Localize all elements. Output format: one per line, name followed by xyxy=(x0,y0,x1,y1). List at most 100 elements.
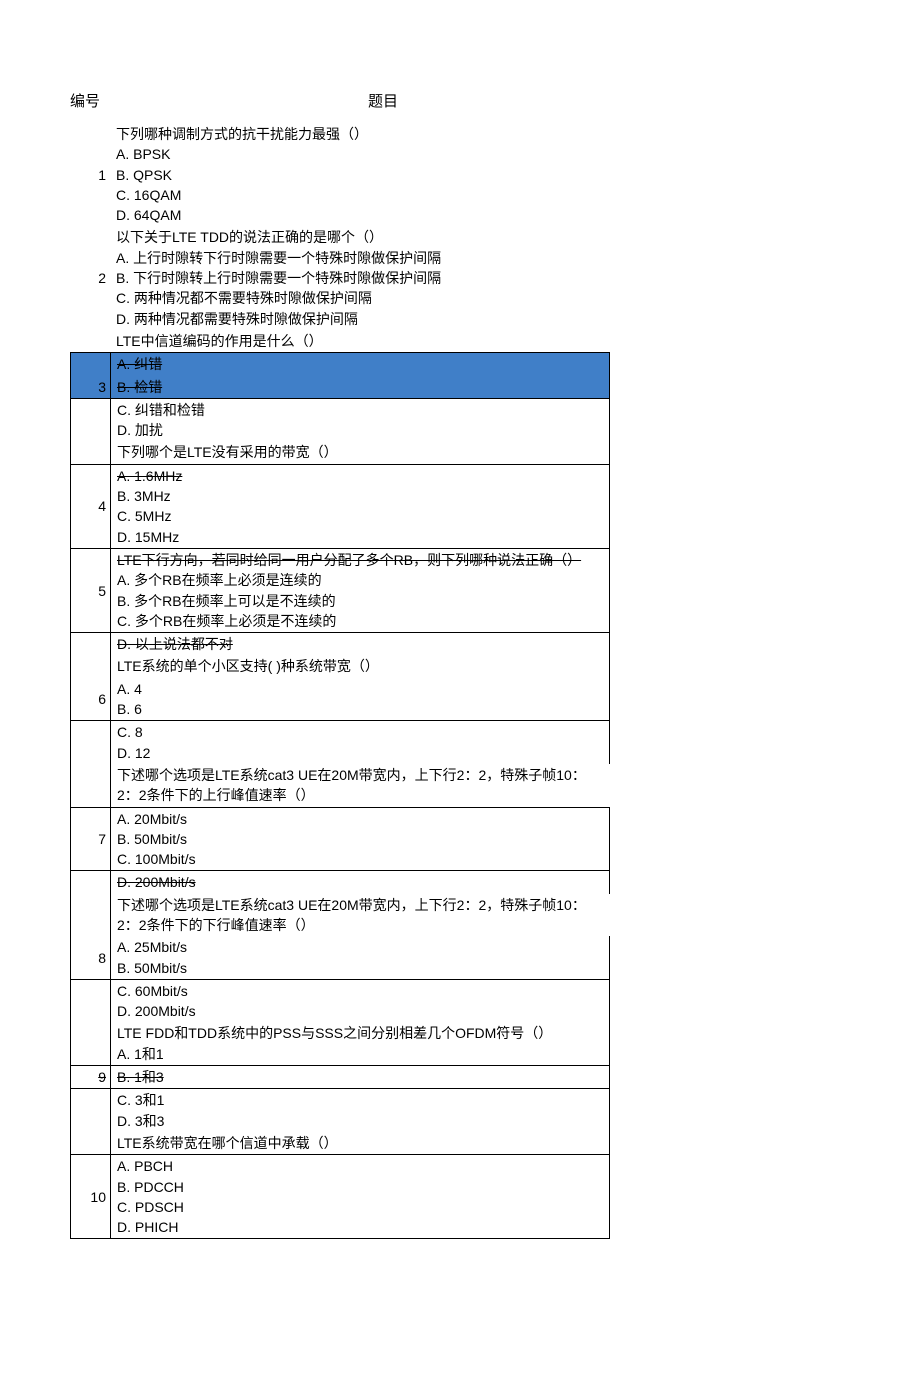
option: B. 50Mbit/s xyxy=(117,958,603,978)
option: B. 50Mbit/s xyxy=(117,829,603,849)
question-text: 下述哪个选项是LTE系统cat3 UE在20M带宽内，上下行2：2，特殊子帧10… xyxy=(111,764,610,807)
table-row: 2 以下关于LTE TDD的说法正确的是哪个（） A. 上行时隙转下行时隙需要一… xyxy=(70,226,850,329)
table-row: 10 A. PBCH B. PDCCH C. PDSCH D. PHICH xyxy=(70,1154,610,1239)
question-text: 以下关于LTE TDD的说法正确的是哪个（） xyxy=(116,227,844,247)
question-text: 下列哪个是LTE没有采用的带宽（） xyxy=(111,441,609,463)
option: D. 200Mbit/s xyxy=(111,871,609,893)
table-row: 下列哪个是LTE没有采用的带宽（） xyxy=(70,441,610,463)
row-number xyxy=(71,871,111,893)
option: C. 两种情况都不需要特殊时隙做保护间隔 xyxy=(116,288,844,308)
question-text: LTE系统的单个小区支持( )种系统带宽（） xyxy=(111,655,609,677)
table-row: 8 A. 25Mbit/s B. 50Mbit/s xyxy=(70,936,610,980)
row-number: 3 xyxy=(71,376,111,398)
option: D. 200Mbit/s xyxy=(117,1001,603,1021)
option: B. QPSK xyxy=(116,165,844,185)
option: A. 20Mbit/s xyxy=(117,809,603,829)
question-text: LTE系统带宽在哪个信道中承载（） xyxy=(111,1132,609,1154)
option: D. 12 xyxy=(117,743,603,763)
option: B. 3MHz xyxy=(117,486,603,506)
option: D. 15MHz xyxy=(117,527,603,547)
question-text: 下列哪种调制方式的抗干扰能力最强（） xyxy=(116,124,844,144)
highlighted-row: 3 B. 检错 xyxy=(70,376,610,399)
option: C. 5MHz xyxy=(117,506,603,526)
row-number: 10 xyxy=(71,1155,111,1238)
question-text: LTE中信道编码的作用是什么（） xyxy=(110,330,850,352)
row-number: 9 xyxy=(71,1066,111,1088)
option: D. 加扰 xyxy=(117,420,603,440)
table-row: LTE系统的单个小区支持( )种系统带宽（） xyxy=(70,655,610,677)
row-number: 8 xyxy=(71,936,111,979)
option: A. 上行时隙转下行时隙需要一个特殊时隙做保护间隔 xyxy=(116,248,844,268)
question-text: 下述哪个选项是LTE系统cat3 UE在20M带宽内，上下行2：2，特殊子帧10… xyxy=(111,894,610,937)
option: D. 3和3 xyxy=(117,1111,603,1131)
table-row: 7 A. 20Mbit/s B. 50Mbit/s C. 100Mbit/s xyxy=(70,807,610,872)
option: A. 1.6MHz xyxy=(117,466,603,486)
row-number xyxy=(71,399,111,442)
table-row: 1 下列哪种调制方式的抗干扰能力最强（） A. BPSK B. QPSK C. … xyxy=(70,123,850,226)
table-row: C. 3和1 D. 3和3 xyxy=(70,1089,610,1132)
option: B. 6 xyxy=(117,699,603,719)
option: A. 纠错 xyxy=(111,353,609,375)
option: C. 纠错和检错 xyxy=(117,400,603,420)
row-number xyxy=(71,894,111,937)
row-number xyxy=(71,1132,111,1154)
row-content: LTE FDD和TDD系统中的PSS与SSS之间分别相差几个OFDM符号（） A… xyxy=(111,1022,609,1065)
option: C. 60Mbit/s xyxy=(117,981,603,1001)
row-number: 5 xyxy=(71,549,111,632)
row-number: 4 xyxy=(71,465,111,548)
table-row: C. 8 D. 12 xyxy=(70,721,610,764)
row-content: A. 25Mbit/s B. 50Mbit/s xyxy=(111,936,609,979)
option: A. 25Mbit/s xyxy=(117,937,603,957)
row-number: 2 xyxy=(70,226,110,329)
option: D. 以上说法都不对 xyxy=(111,633,609,655)
option: A. 多个RB在频率上必须是连续的 xyxy=(117,570,603,590)
row-number xyxy=(71,1089,111,1132)
table-row: 4 A. 1.6MHz B. 3MHz C. 5MHz D. 15MHz xyxy=(70,464,610,549)
table-row: LTE FDD和TDD系统中的PSS与SSS之间分别相差几个OFDM符号（） A… xyxy=(70,1022,610,1065)
option: B. 1和3 xyxy=(111,1066,609,1088)
highlighted-row: A. 纠错 xyxy=(70,352,610,375)
row-number xyxy=(70,330,110,352)
option: D. PHICH xyxy=(117,1217,603,1237)
row-number xyxy=(71,441,111,463)
table-row: C. 60Mbit/s D. 200Mbit/s xyxy=(70,980,610,1023)
option: C. 8 xyxy=(117,722,603,742)
question-text: LTE FDD和TDD系统中的PSS与SSS之间分别相差几个OFDM符号（） xyxy=(117,1023,603,1043)
row-content: A. 20Mbit/s B. 50Mbit/s C. 100Mbit/s xyxy=(111,808,609,871)
row-content: C. 60Mbit/s D. 200Mbit/s xyxy=(111,980,609,1023)
option: D. 两种情况都需要特殊时隙做保护间隔 xyxy=(116,309,844,329)
table-header: 编号 题目 xyxy=(70,90,850,111)
table-row: LTE中信道编码的作用是什么（） xyxy=(70,330,850,352)
row-content: 下列哪种调制方式的抗干扰能力最强（） A. BPSK B. QPSK C. 16… xyxy=(110,123,850,226)
row-number xyxy=(71,764,111,807)
row-number xyxy=(71,655,111,677)
table-row: 9 B. 1和3 xyxy=(70,1065,610,1089)
option: A. 4 xyxy=(117,679,603,699)
table-row: D. 以上说法都不对 xyxy=(70,633,610,655)
row-number xyxy=(71,980,111,1023)
row-content: A. 1.6MHz B. 3MHz C. 5MHz D. 15MHz xyxy=(111,465,609,548)
option: A. 1和1 xyxy=(117,1044,603,1064)
table-row: 下述哪个选项是LTE系统cat3 UE在20M带宽内，上下行2：2，特殊子帧10… xyxy=(70,894,610,937)
row-number: 7 xyxy=(71,808,111,871)
row-content: A. PBCH B. PDCCH C. PDSCH D. PHICH xyxy=(111,1155,609,1238)
table-row: 5 LTE下行方向，若同时给同一用户分配了多个RB，则下列哪种说法正确（） A.… xyxy=(70,549,610,633)
row-number: 1 xyxy=(70,123,110,226)
row-number xyxy=(71,633,111,655)
option: C. 100Mbit/s xyxy=(117,849,603,869)
row-content: C. 3和1 D. 3和3 xyxy=(111,1089,609,1132)
row-number xyxy=(71,721,111,764)
option: C. 3和1 xyxy=(117,1090,603,1110)
table-row: 下述哪个选项是LTE系统cat3 UE在20M带宽内，上下行2：2，特殊子帧10… xyxy=(70,764,610,807)
option: B. 下行时隙转上行时隙需要一个特殊时隙做保护间隔 xyxy=(116,268,844,288)
header-question: 题目 xyxy=(116,90,850,111)
option: B. PDCCH xyxy=(117,1177,603,1197)
table-row: C. 纠错和检错 D. 加扰 xyxy=(70,399,610,442)
row-content: LTE下行方向，若同时给同一用户分配了多个RB，则下列哪种说法正确（） A. 多… xyxy=(111,549,609,632)
table-row: 6 A. 4 B. 6 xyxy=(70,678,610,722)
row-content: C. 纠错和检错 D. 加扰 xyxy=(111,399,609,442)
question-text: LTE下行方向，若同时给同一用户分配了多个RB，则下列哪种说法正确（） xyxy=(117,550,603,570)
option: C. PDSCH xyxy=(117,1197,603,1217)
row-number: 6 xyxy=(71,678,111,721)
table-row: LTE系统带宽在哪个信道中承载（） xyxy=(70,1132,610,1154)
